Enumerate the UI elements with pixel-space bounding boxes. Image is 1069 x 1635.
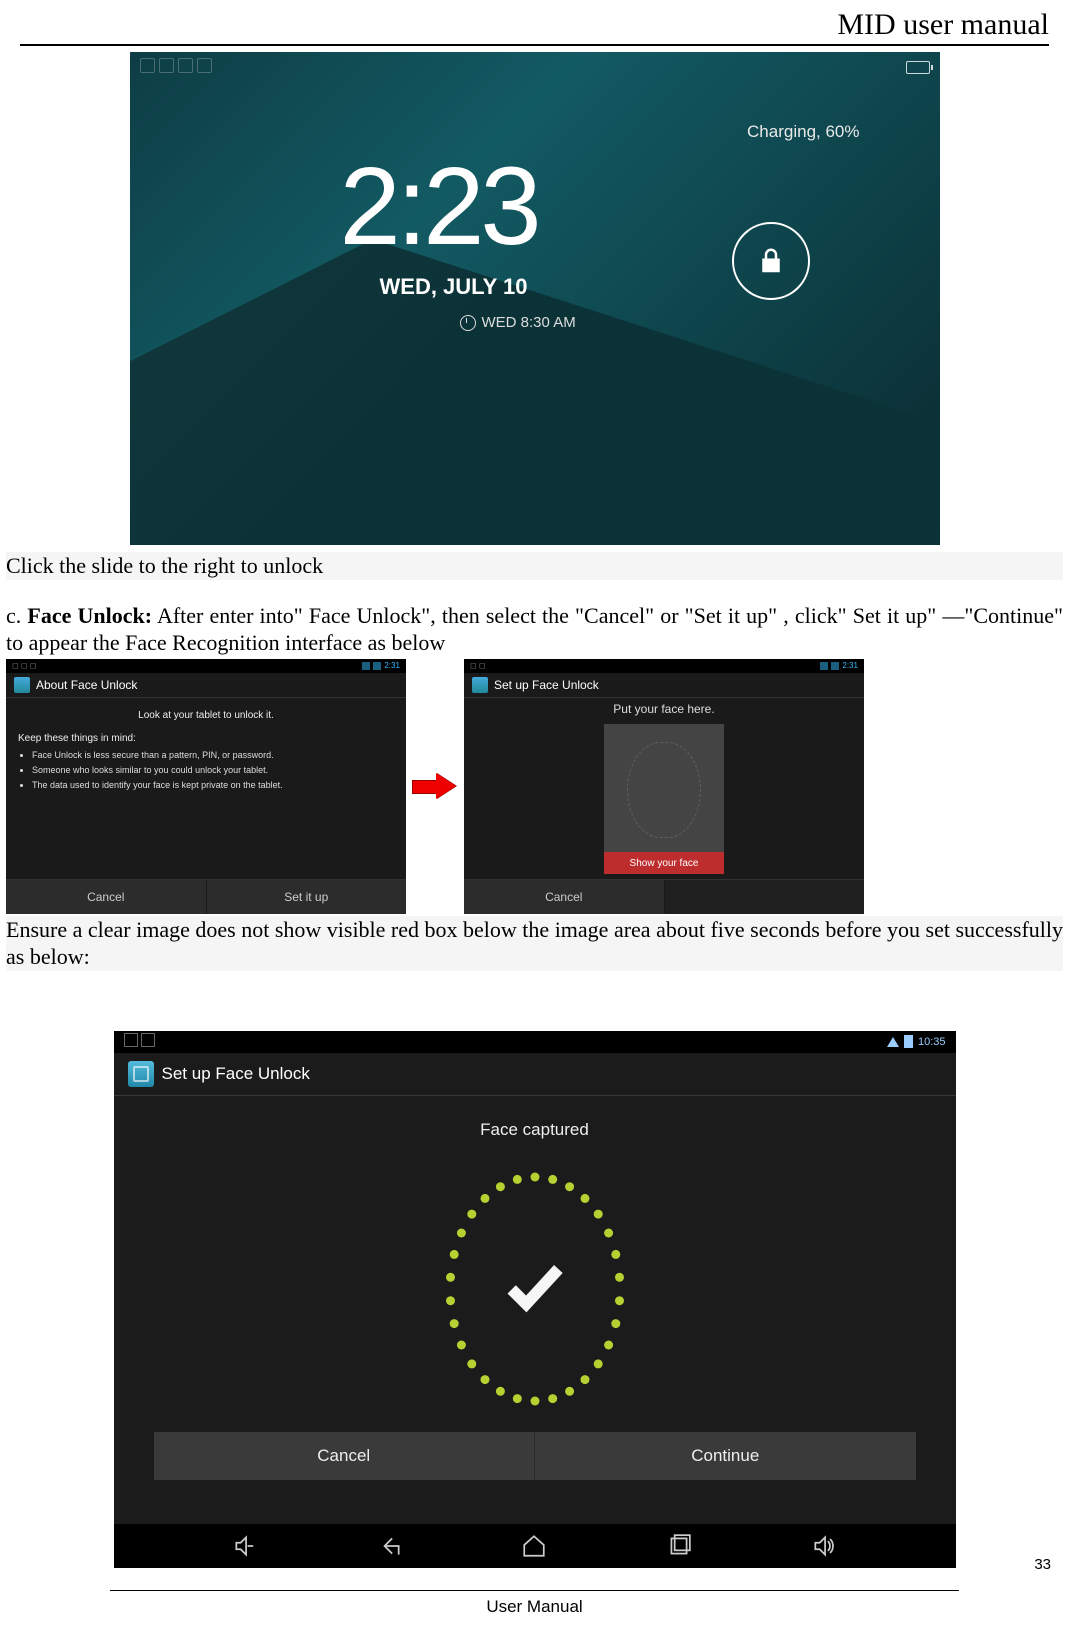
status-time: 10:35 bbox=[918, 1036, 946, 1048]
arrow-right-icon bbox=[412, 773, 458, 799]
alarm-icon bbox=[460, 315, 476, 331]
status-left-icons: ◻ ◻ ◻ bbox=[12, 661, 36, 670]
ensure-paragraph: Ensure a clear image does not show visib… bbox=[6, 916, 1063, 971]
bullet-item: Someone who looks similar to you could u… bbox=[32, 765, 394, 775]
alarm-indicator: WED 8:30 AM bbox=[460, 314, 576, 331]
cancel-button[interactable]: Cancel bbox=[154, 1432, 535, 1480]
panel-title: About Face Unlock bbox=[36, 678, 137, 692]
bullet-item: The data used to identify your face is k… bbox=[32, 780, 394, 790]
face-unlock-app-icon bbox=[472, 677, 488, 693]
continue-button[interactable]: Continue bbox=[534, 1432, 916, 1480]
page-number: 33 bbox=[1034, 1556, 1051, 1573]
bullet-item: Face Unlock is less secure than a patter… bbox=[32, 750, 394, 760]
volume-down-icon[interactable] bbox=[232, 1533, 258, 1559]
about-headline: Look at your tablet to unlock it. bbox=[18, 710, 394, 721]
status-time: 2:31 bbox=[384, 661, 400, 670]
battery-icon bbox=[906, 61, 930, 74]
wifi-icon bbox=[887, 1037, 899, 1047]
face-oval-guide bbox=[627, 742, 701, 838]
volume-up-icon[interactable] bbox=[811, 1533, 837, 1559]
cancel-button[interactable]: Cancel bbox=[464, 880, 664, 914]
keep-in-mind: Keep these things in mind: bbox=[18, 733, 394, 744]
lock-ring[interactable] bbox=[732, 222, 810, 300]
about-face-unlock-screenshot: ◻ ◻ ◻ 2:31 About Face Unlock Look at you… bbox=[6, 659, 406, 914]
status-time: 2:31 bbox=[842, 661, 858, 670]
show-your-face-banner: Show your face bbox=[604, 852, 724, 874]
header-rule bbox=[20, 44, 1049, 46]
clock-date: WED, JULY 10 bbox=[380, 274, 528, 300]
back-icon[interactable] bbox=[377, 1533, 403, 1559]
footer-rule bbox=[110, 1590, 959, 1591]
setup-face-unlock-screenshot: ◻ ◻ 2:31 Set up Face Unlock Put your fac… bbox=[464, 659, 864, 914]
panel-title: Set up Face Unlock bbox=[162, 1064, 310, 1084]
about-bullets: Face Unlock is less secure than a patter… bbox=[18, 750, 394, 790]
camera-preview: Show your face bbox=[604, 724, 724, 874]
battery-icon bbox=[904, 1035, 913, 1048]
face-unlock-app-icon bbox=[128, 1061, 154, 1087]
home-icon[interactable] bbox=[521, 1533, 547, 1559]
status-bar bbox=[140, 56, 930, 78]
status-right: 2:31 bbox=[362, 661, 400, 670]
footer-text: User Manual bbox=[0, 1597, 1069, 1617]
clock-time: 2:23 bbox=[340, 152, 538, 262]
face-captured-label: Face captured bbox=[114, 1096, 956, 1140]
slide-unlock-text: Click the slide to the right to unlock bbox=[6, 552, 1063, 580]
face-unlock-bold: Face Unlock: bbox=[27, 603, 152, 628]
recent-icon[interactable] bbox=[666, 1533, 692, 1559]
face-unlock-paragraph: c. Face Unlock: After enter into" Face U… bbox=[6, 602, 1063, 657]
doc-header-title: MID user manual bbox=[4, 8, 1049, 42]
lockscreen-screenshot: Charging, 60% 2:23 WED, JULY 10 WED 8:30… bbox=[130, 52, 940, 545]
status-left-icons bbox=[140, 58, 216, 76]
panel-title: Set up Face Unlock bbox=[494, 678, 599, 692]
charging-status: Charging, 60% bbox=[747, 122, 859, 142]
face-unlock-app-icon bbox=[14, 677, 30, 693]
face-captured-oval bbox=[440, 1170, 630, 1408]
status-left-icons: ◻ ◻ bbox=[470, 661, 486, 670]
status-right: 2:31 bbox=[820, 661, 858, 670]
disabled-button bbox=[664, 880, 865, 914]
alarm-text: WED 8:30 AM bbox=[482, 314, 576, 331]
put-face-here-label: Put your face here. bbox=[613, 702, 714, 716]
cancel-button[interactable]: Cancel bbox=[6, 880, 206, 914]
lock-icon bbox=[756, 246, 786, 276]
set-it-up-button[interactable]: Set it up bbox=[206, 880, 407, 914]
face-captured-screenshot: 10:35 Set up Face Unlock Face captured C… bbox=[114, 1031, 956, 1568]
status-left-icons bbox=[124, 1033, 158, 1050]
system-nav-bar bbox=[114, 1524, 956, 1568]
status-right-icons bbox=[900, 61, 930, 74]
status-right: 10:35 bbox=[887, 1035, 946, 1048]
checkmark-icon bbox=[500, 1251, 570, 1326]
